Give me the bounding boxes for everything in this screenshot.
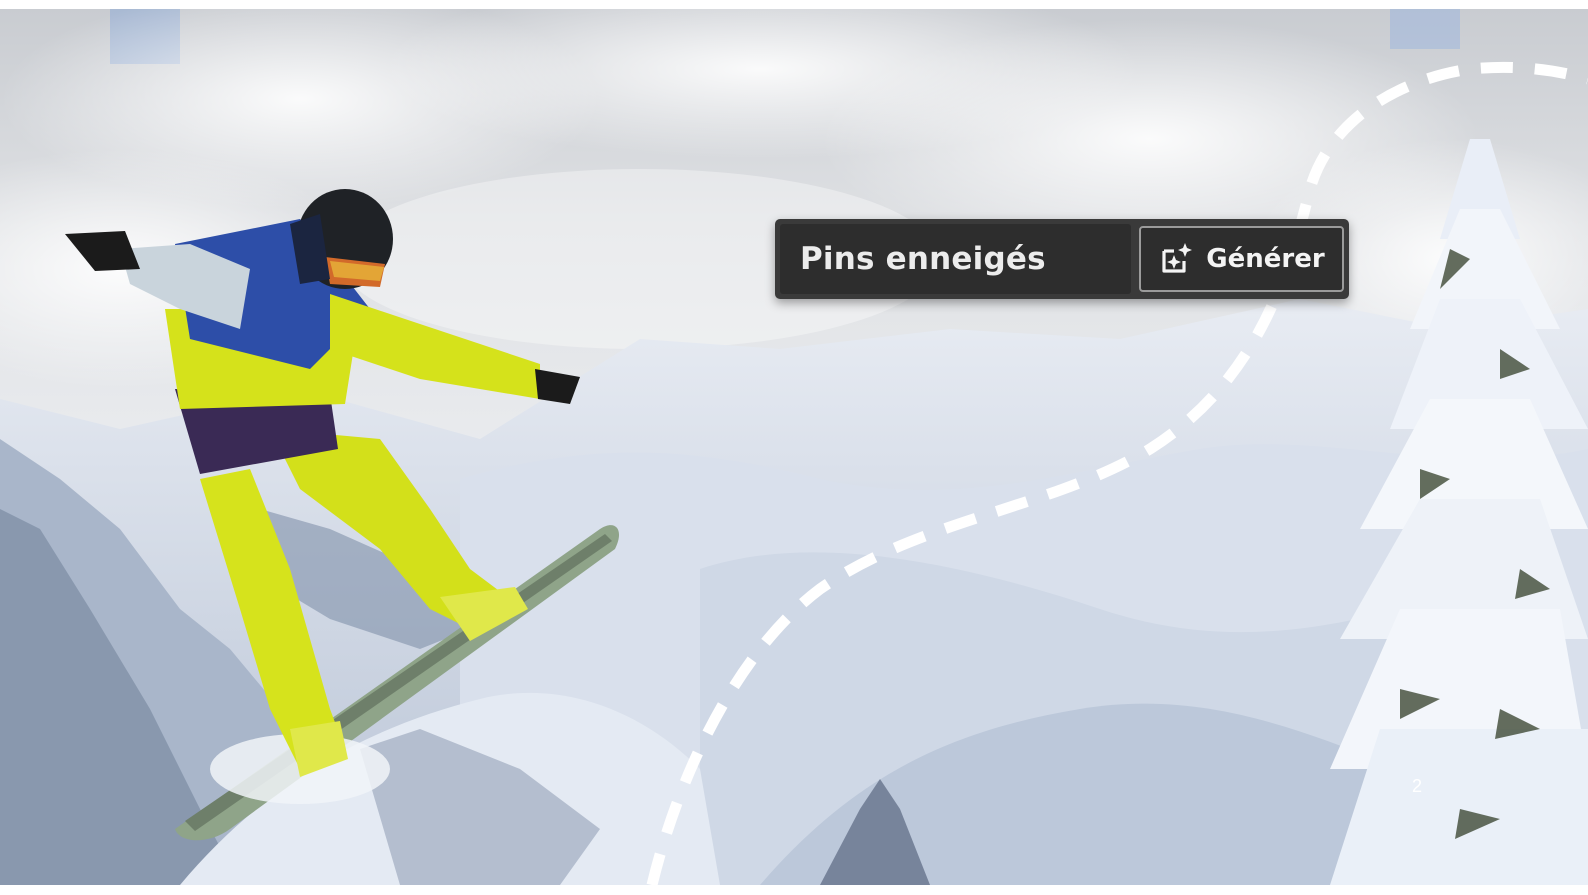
- generative-prompt-bar: Pins enneigés Générer: [775, 219, 1349, 299]
- sparkle-image-icon: [1158, 241, 1194, 277]
- generate-button[interactable]: Générer: [1139, 226, 1344, 292]
- slide-canvas: Pins enneigés Générer 2: [0, 9, 1588, 885]
- snowboarder-photo: [0, 9, 1588, 885]
- slide-page-number: 2: [1412, 776, 1423, 796]
- prompt-input[interactable]: Pins enneigés: [780, 224, 1131, 294]
- generate-button-label: Générer: [1206, 244, 1325, 274]
